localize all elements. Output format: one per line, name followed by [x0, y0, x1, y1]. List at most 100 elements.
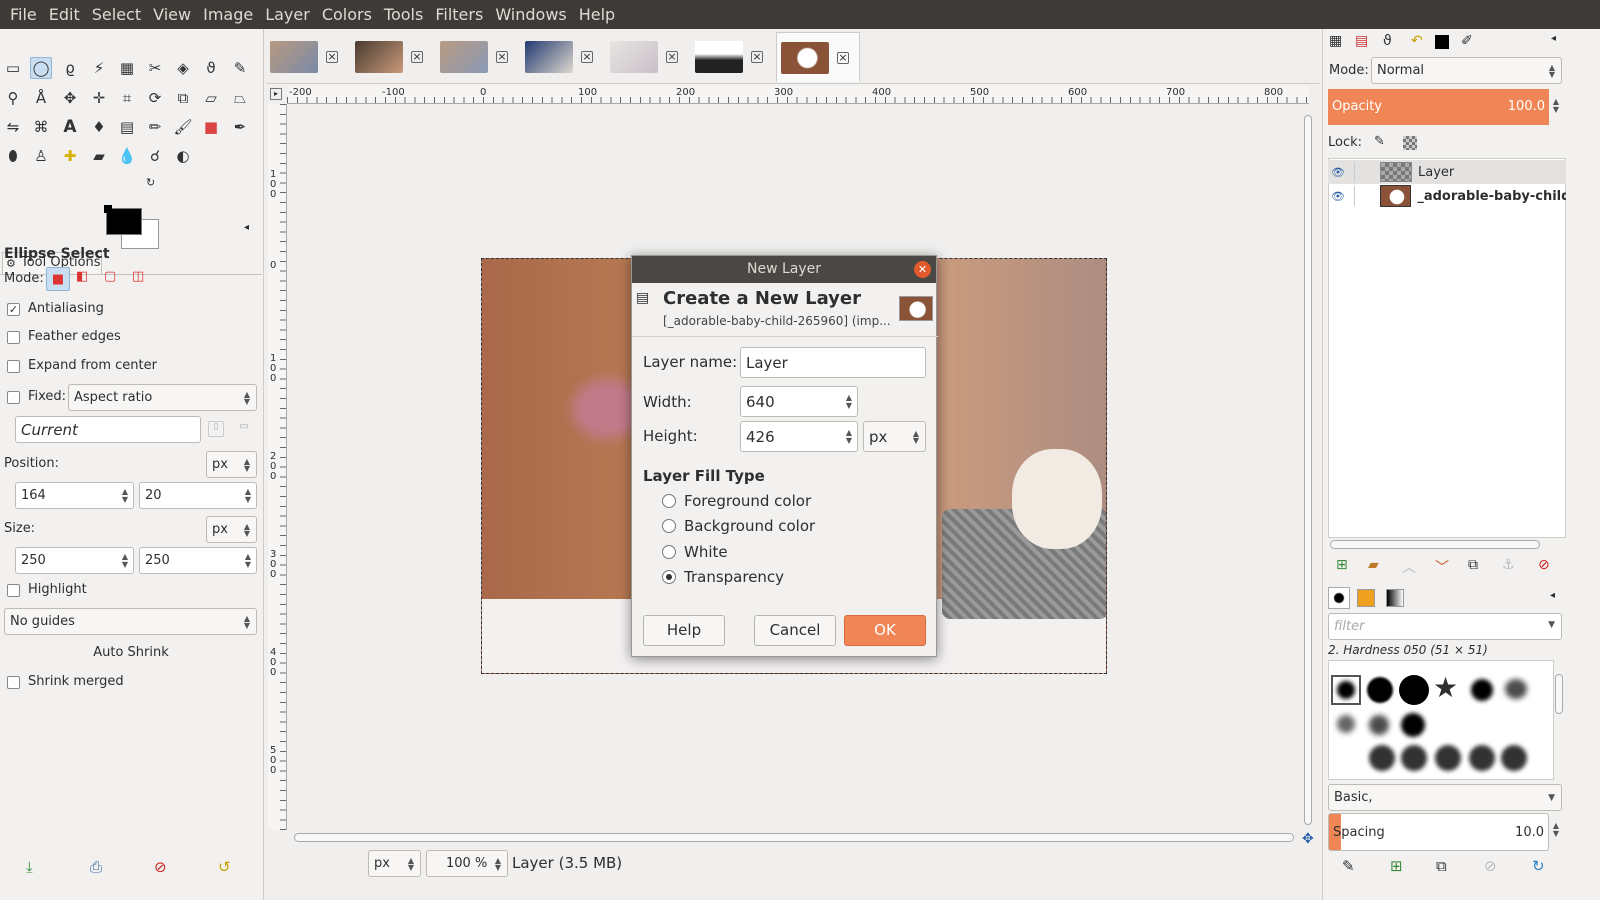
menu-select[interactable]: Select: [86, 0, 147, 29]
fill-background-radio[interactable]: [662, 519, 676, 533]
unit-select[interactable]: px ▲ ▼: [863, 421, 926, 452]
zoom-select[interactable]: 100 % ▲ ▼: [426, 850, 508, 877]
position-x-input[interactable]: 164 ▲ ▼: [15, 482, 134, 509]
perspective-clone-icon[interactable]: ▰: [88, 145, 110, 167]
brush-texture[interactable]: [1435, 745, 1461, 771]
antialiasing-checkbox[interactable]: ✓: [7, 303, 20, 316]
size-unit-select[interactable]: px ▲ ▼: [206, 516, 257, 543]
aspect-current-input[interactable]: Current: [15, 416, 201, 443]
height-input[interactable]: 426 ▲ ▼: [740, 421, 858, 452]
fill-transparency-radio[interactable]: [662, 570, 676, 584]
gradients-tab-icon[interactable]: [1386, 589, 1404, 607]
size-width-input[interactable]: 250 ▲ ▼: [15, 547, 134, 574]
ellipse-select-icon[interactable]: ◯: [30, 57, 52, 79]
brush-scrollbar[interactable]: [1554, 664, 1564, 780]
lower-layer-icon[interactable]: ﹀: [1435, 557, 1449, 577]
clone-icon[interactable]: ♙: [30, 145, 52, 167]
measure-icon[interactable]: Å: [30, 87, 52, 109]
vertical-scrollbar[interactable]: [1303, 105, 1313, 829]
menu-filters[interactable]: Filters: [429, 0, 489, 29]
lock-pixels-icon[interactable]: ✎: [1374, 134, 1385, 149]
refresh-brushes-icon[interactable]: ↻: [1532, 857, 1545, 875]
paintbrush-icon[interactable]: 🖌: [172, 116, 194, 138]
menu-view[interactable]: View: [147, 0, 197, 29]
mode-add-icon[interactable]: ◧: [76, 269, 94, 287]
shear-icon[interactable]: ▱: [200, 87, 222, 109]
flip-icon[interactable]: ⇋: [2, 116, 24, 138]
crop-icon[interactable]: ⌗: [116, 87, 138, 109]
scrollbar-thumb[interactable]: [294, 833, 1294, 842]
spin-icon[interactable]: ▲ ▼: [243, 488, 253, 504]
foreground-select-icon[interactable]: ◈: [172, 57, 194, 79]
close-tab-icon[interactable]: ×: [411, 51, 423, 63]
scrollbar-thumb[interactable]: [1555, 674, 1563, 714]
scrollbar-thumb[interactable]: [1304, 115, 1312, 825]
image-tab[interactable]: ×: [606, 32, 690, 82]
fill-foreground-radio[interactable]: [662, 494, 676, 508]
rect-select-icon[interactable]: ▭: [2, 57, 24, 79]
brush-hardness-100[interactable]: [1399, 675, 1429, 705]
mode-intersect-icon[interactable]: ◫: [132, 269, 150, 287]
navigate-icon[interactable]: ✥: [1302, 831, 1314, 847]
brush-texture[interactable]: [1401, 745, 1427, 771]
duplicate-brush-icon[interactable]: ⧉: [1436, 857, 1447, 875]
close-icon[interactable]: ✕: [914, 261, 931, 278]
menu-edit[interactable]: Edit: [43, 0, 86, 29]
spin-icon[interactable]: ▲ ▼: [1551, 98, 1561, 114]
delete-options-icon[interactable]: ⊘: [154, 858, 167, 876]
lock-alpha-icon[interactable]: [1403, 136, 1417, 150]
guides-select[interactable]: No guides ▲ ▼: [4, 608, 257, 635]
opacity-slider[interactable]: Opacity 100.0: [1328, 89, 1549, 125]
move-icon[interactable]: ✥: [59, 87, 81, 109]
free-select-icon[interactable]: ϱ: [59, 57, 81, 79]
brush-texture[interactable]: [1369, 715, 1389, 735]
channels-tab-icon[interactable]: ▤: [1355, 33, 1368, 49]
position-unit-select[interactable]: px ▲ ▼: [206, 451, 257, 478]
horizontal-scrollbar[interactable]: [290, 831, 1300, 843]
spin-icon[interactable]: ▲ ▼: [844, 429, 854, 445]
image-tab-active[interactable]: ×: [776, 32, 860, 82]
color-picker-icon[interactable]: ✎: [229, 57, 251, 79]
brush-hardness-075[interactable]: [1367, 677, 1393, 703]
status-unit-select[interactable]: px ▲ ▼: [368, 850, 421, 877]
brush-texture[interactable]: [1401, 713, 1425, 737]
edit-brush-icon[interactable]: ✎: [1342, 857, 1355, 875]
eraser-icon[interactable]: ■: [200, 116, 222, 138]
spin-icon[interactable]: ▲ ▼: [1551, 822, 1561, 838]
auto-shrink-button[interactable]: Auto Shrink: [0, 645, 262, 660]
menu-layer[interactable]: Layer: [259, 0, 316, 29]
dialog-titlebar[interactable]: New Layer ✕: [632, 256, 936, 283]
width-input[interactable]: 640 ▲ ▼: [740, 386, 858, 417]
menu-help[interactable]: Help: [573, 0, 621, 29]
fill-white-radio[interactable]: [662, 545, 676, 559]
brush-texture[interactable]: [1337, 715, 1355, 733]
raise-layer-icon[interactable]: ︿: [1402, 557, 1416, 577]
paths-icon[interactable]: ϑ: [200, 57, 222, 79]
brush-hardness-050[interactable]: [1337, 681, 1355, 699]
heal-icon[interactable]: ✚: [59, 145, 81, 167]
panel-menu-icon[interactable]: ◂: [1551, 33, 1556, 44]
new-layer-icon[interactable]: ⊞: [1336, 557, 1348, 573]
blend-icon[interactable]: ▤: [116, 116, 138, 138]
image-tab[interactable]: ×: [436, 32, 520, 82]
perspective-icon[interactable]: ⏢: [229, 87, 251, 109]
brush-texture[interactable]: [1469, 745, 1495, 771]
reset-options-icon[interactable]: ↺: [218, 858, 231, 876]
layer-row-selected[interactable]: 👁 Layer: [1328, 160, 1566, 184]
close-tab-icon[interactable]: ×: [751, 51, 763, 63]
brush-filter-input[interactable]: filter ▼: [1328, 613, 1562, 640]
fixed-select[interactable]: Aspect ratio ▲ ▼: [68, 384, 257, 411]
star-brush-icon[interactable]: ★: [1433, 671, 1458, 704]
swap-colors-icon[interactable]: ↻: [146, 176, 155, 189]
image-tab[interactable]: ×: [351, 32, 435, 82]
chain-toggle[interactable]: [1353, 186, 1380, 206]
blur-icon[interactable]: 💧: [116, 145, 138, 167]
layer-name[interactable]: Layer: [1418, 165, 1454, 180]
undo-history-tab-icon[interactable]: ↶: [1411, 33, 1423, 49]
brush-texture[interactable]: [1369, 745, 1395, 771]
cage-transform-icon[interactable]: ⌘: [30, 116, 52, 138]
landscape-icon[interactable]: ▭: [235, 421, 253, 437]
shrink-merged-checkbox[interactable]: [7, 676, 20, 689]
brushes-tab-icon[interactable]: [1328, 587, 1350, 609]
brushes-tab-icon[interactable]: ✐: [1461, 33, 1473, 49]
